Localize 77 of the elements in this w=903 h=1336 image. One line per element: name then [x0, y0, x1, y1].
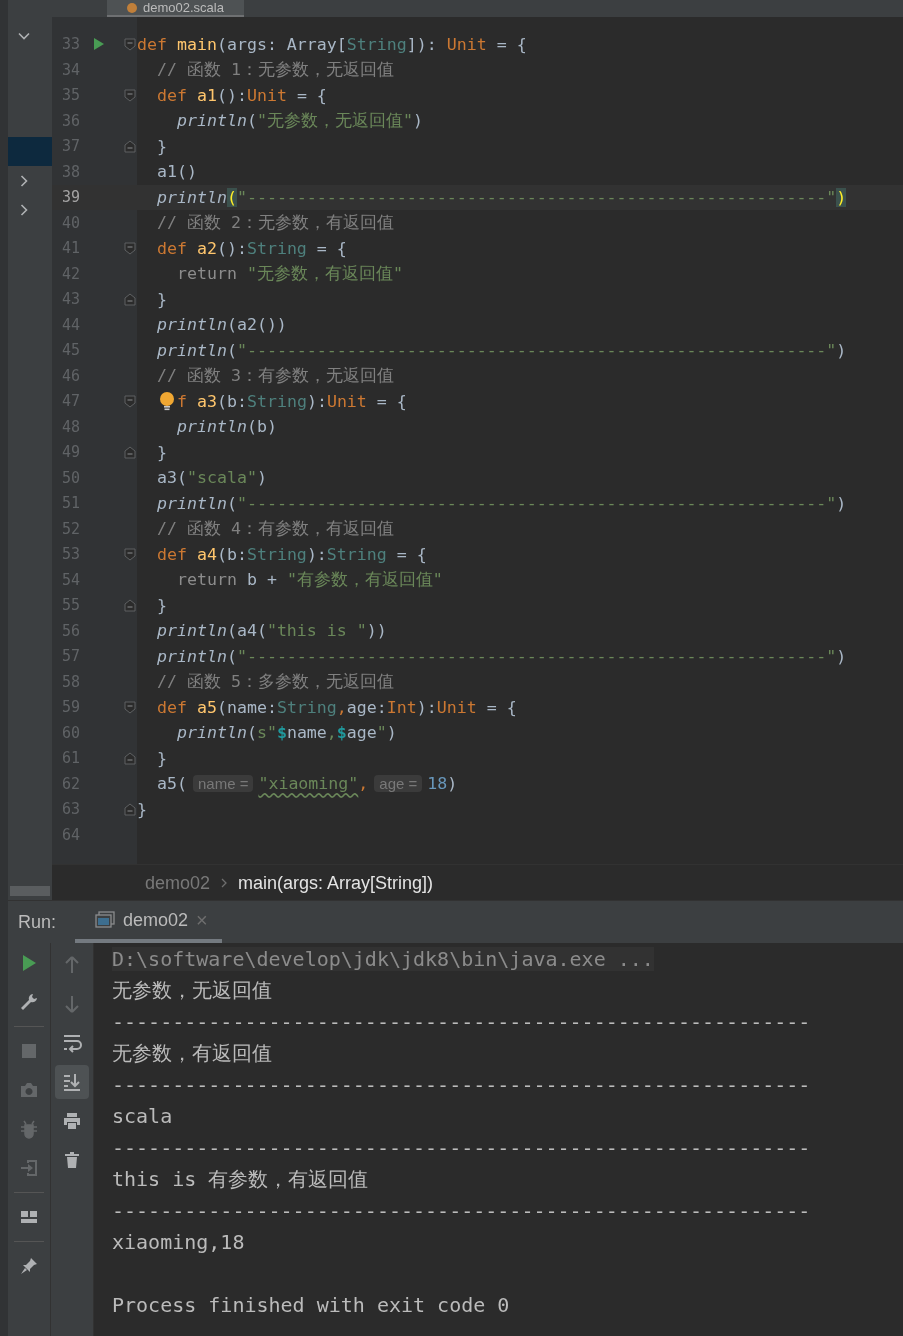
stop-icon [19, 1041, 39, 1061]
console-line: 无参数，有返回值 [112, 1039, 272, 1067]
console-line: Process finished with exit code 0 [112, 1293, 510, 1318]
fold-icon[interactable] [124, 88, 136, 102]
code-line: // 函数 2：无参数，有返回值 [155, 211, 394, 234]
line-number: 39 [62, 188, 82, 207]
code-line: a1() [155, 162, 197, 182]
wrap-icon [62, 1033, 82, 1053]
fold-end-icon[interactable] [124, 751, 136, 765]
fold-end-icon[interactable] [124, 802, 136, 816]
console-line: ---------------------------------------------------------- [112, 1009, 811, 1034]
fold-icon[interactable] [124, 37, 136, 51]
code-line: // 函数 5：多参数，无返回值 [155, 670, 394, 693]
code-line: a5( name = "xiaoming", age = 18) [155, 774, 458, 794]
code-line: println("----------------------------------------------------------") [155, 493, 847, 513]
fold-end-icon[interactable] [124, 139, 136, 153]
enter-icon [19, 1158, 39, 1178]
code-line: println(a4("this is ")) [155, 621, 387, 641]
scroll-button[interactable] [55, 1065, 89, 1099]
code-line: } [137, 799, 147, 819]
console-line: this is 有参数，有返回值 [112, 1165, 369, 1193]
pin-icon [19, 1256, 39, 1276]
code-line: a3("scala") [155, 468, 267, 488]
console-line: scala [112, 1104, 173, 1129]
code-line: } [155, 595, 167, 615]
console-line: ---------------------------------------------------------- [112, 1072, 811, 1097]
code-line: println("无参数，无返回值") [175, 109, 423, 132]
code-line: } [155, 748, 167, 768]
fold-icon[interactable] [124, 700, 136, 714]
code-line: println("----------------------------------------------------------") [155, 187, 847, 207]
fold-icon[interactable] [124, 547, 136, 561]
code-line: println(a2()) [155, 315, 287, 335]
code-line: def a4(b:String):String = { [155, 544, 427, 564]
code-line: println(s"$name,$age") [175, 723, 397, 743]
code-line: } [155, 442, 167, 462]
scrollbar[interactable] [10, 886, 50, 896]
bug-icon [19, 1119, 39, 1139]
code-line: println("----------------------------------------------------------") [155, 340, 847, 360]
fold-end-icon[interactable] [124, 598, 136, 612]
camera-icon [19, 1080, 39, 1100]
code-line: // 函数 1：无参数，无返回值 [155, 58, 394, 81]
code-line: def a5(name:String,age:Int):Unit = { [155, 697, 517, 717]
code-line: def a1():Unit = { [155, 85, 327, 105]
chevron-right-icon [220, 877, 229, 889]
console-line: xiaoming,18 [112, 1230, 245, 1255]
fold-end-icon[interactable] [124, 292, 136, 306]
fold-icon[interactable] [124, 394, 136, 408]
window-icon [95, 911, 115, 929]
code-line: // 函数 3：有参数，无返回值 [155, 364, 394, 387]
code-line: f a3(b:String):Unit = { [177, 391, 407, 411]
trash-icon [62, 1150, 82, 1170]
printer-icon [62, 1111, 82, 1131]
chevron-right-icon[interactable] [18, 203, 30, 216]
run-icon[interactable] [93, 37, 105, 52]
console-line: ---------------------------------------------------------- [112, 1135, 811, 1160]
code-line: return "无参数，有返回值" [175, 262, 403, 285]
console-line: ---------------------------------------------------------- [112, 1198, 811, 1223]
code-line: return b + "有参数，有返回值" [175, 568, 443, 591]
code-line: } [155, 136, 167, 156]
code-line: println("----------------------------------------------------------") [155, 646, 847, 666]
code-line: } [155, 289, 167, 309]
fold-end-icon[interactable] [124, 445, 136, 459]
wrench-icon [19, 992, 39, 1012]
code-line: // 函数 4：有参数，有返回值 [155, 517, 394, 540]
breadcrumb[interactable]: demo02 [145, 872, 211, 894]
code-line: def main(args: Array[String]): Unit = { [137, 34, 527, 54]
editor-tab[interactable]: demo02.scala [107, 0, 244, 17]
code-line: def a2():String = { [155, 238, 347, 258]
console-line: 无参数，无返回值 [112, 976, 272, 1004]
lightbulb-icon[interactable] [159, 391, 175, 412]
code-line: println(b) [175, 417, 277, 437]
panel-label: Run: [18, 911, 58, 933]
arrow-down-icon [62, 994, 82, 1014]
scroll-down-icon [62, 1072, 82, 1092]
breadcrumb[interactable]: main(args: Array[String]) [238, 872, 434, 894]
chevron-right-icon[interactable] [18, 174, 30, 187]
fold-icon[interactable] [124, 241, 136, 255]
